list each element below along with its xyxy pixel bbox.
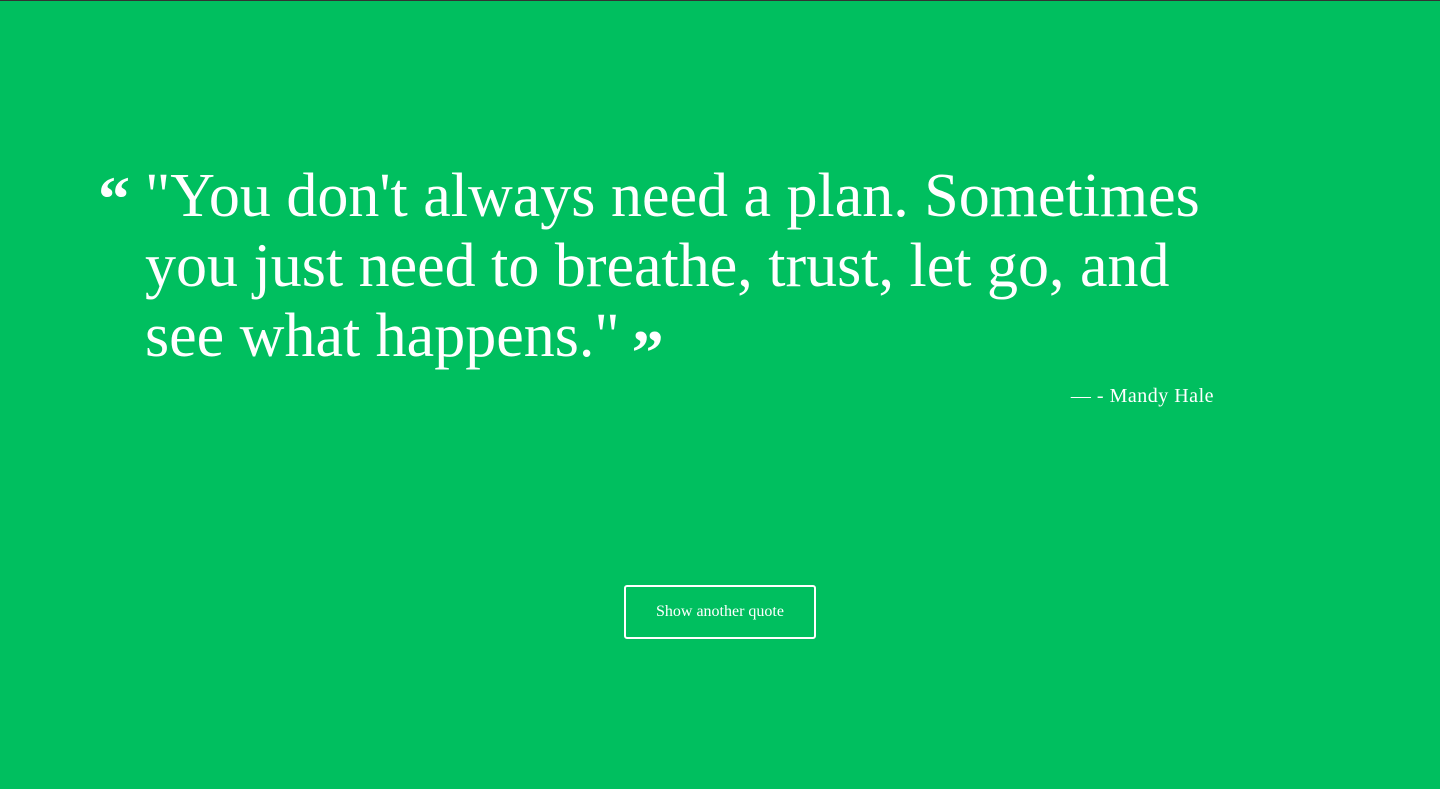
quote-text: "You don't always need a plan. Sometimes… bbox=[145, 162, 1200, 370]
left-double-quote-icon: “ bbox=[98, 163, 130, 234]
quote-box: “ "You don't always need a plan. Sometim… bbox=[98, 161, 1218, 408]
right-double-quote-icon: ” bbox=[631, 317, 664, 388]
quote-text-block: "You don't always need a plan. Sometimes… bbox=[145, 161, 1220, 385]
quote-author: — - Mandy Hale bbox=[1070, 385, 1214, 407]
show-another-quote-button[interactable]: Show another quote bbox=[624, 585, 816, 639]
